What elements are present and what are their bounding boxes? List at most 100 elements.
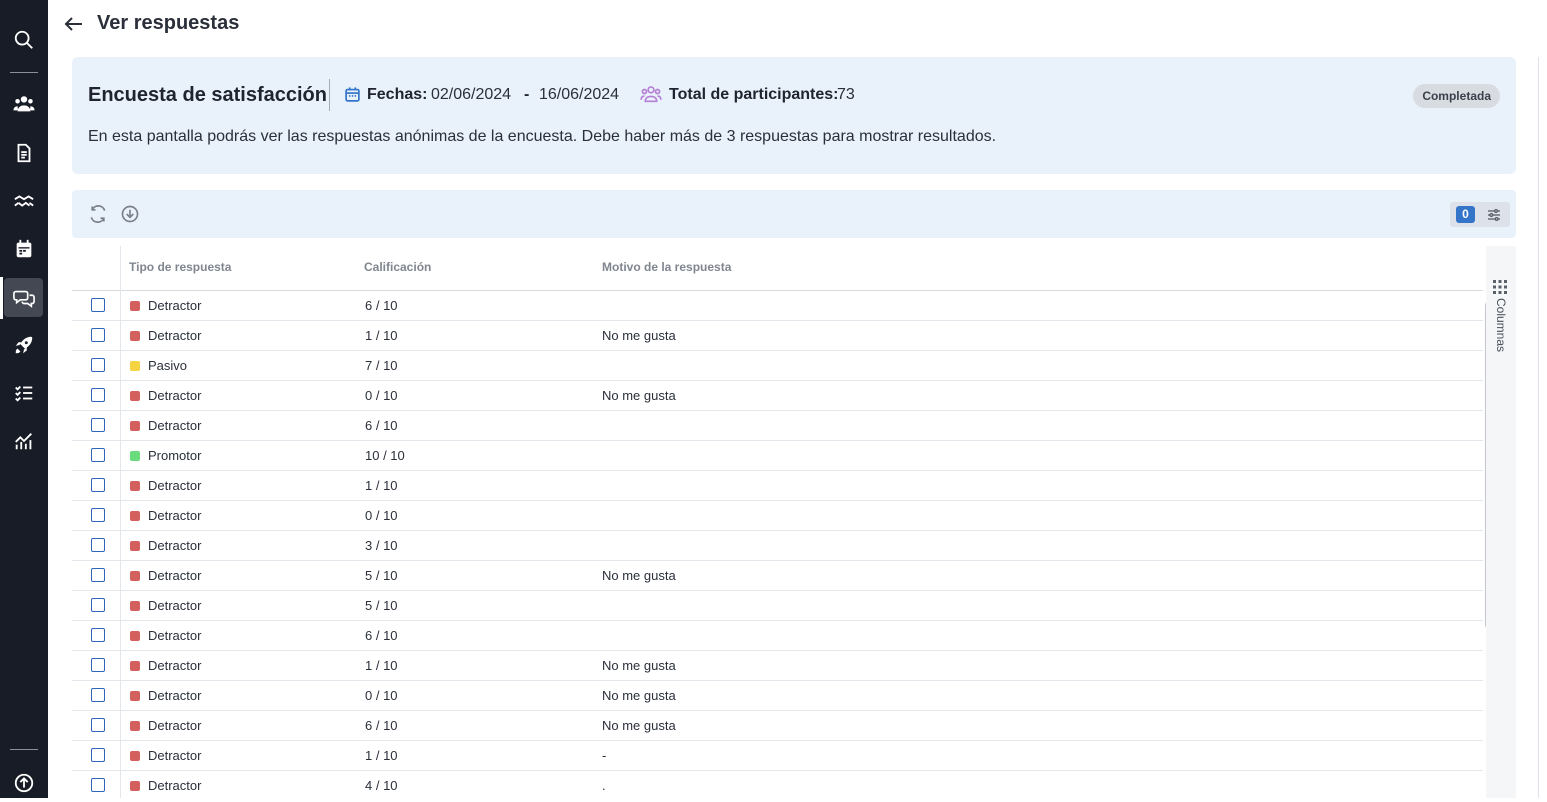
- row-checkbox[interactable]: [91, 328, 105, 342]
- table-row[interactable]: Pasivo 7 / 10: [72, 351, 1483, 381]
- row-checkbox[interactable]: [91, 658, 105, 672]
- response-type-swatch: [130, 541, 140, 551]
- column-header-reason[interactable]: Motivo de la respuesta: [602, 260, 731, 274]
- table-row[interactable]: Promotor 10 / 10: [72, 441, 1483, 471]
- participants-count: 73: [837, 86, 855, 103]
- response-type-swatch: [130, 421, 140, 431]
- table-row[interactable]: Detractor 6 / 10: [72, 291, 1483, 321]
- survey-info-card: Encuesta de satisfacción Fechas: 02/06/2…: [72, 57, 1516, 174]
- cell-score: 10 / 10: [365, 448, 405, 463]
- table-row[interactable]: Detractor 0 / 10 No me gusta: [72, 381, 1483, 411]
- calendar-icon: [345, 87, 360, 102]
- row-checkbox[interactable]: [91, 448, 105, 462]
- response-type-swatch: [130, 301, 140, 311]
- sliders-icon: [1488, 209, 1500, 221]
- grid-header: Tipo de respuesta Calificación Motivo de…: [72, 246, 1483, 291]
- row-checkbox[interactable]: [91, 778, 105, 792]
- table-row[interactable]: Detractor 1 / 10 -: [72, 741, 1483, 771]
- response-type-swatch: [130, 481, 140, 491]
- rocket-icon[interactable]: [4, 325, 43, 364]
- table-row[interactable]: Detractor 0 / 10 No me gusta: [72, 681, 1483, 711]
- active-indicator: [0, 277, 3, 319]
- response-type-swatch: [130, 601, 140, 611]
- cell-reason: No me gusta: [602, 688, 676, 703]
- filter-count-badge: 0: [1456, 206, 1475, 223]
- top-bar: Ver respuestas: [48, 0, 1547, 50]
- filter-button[interactable]: 0: [1450, 202, 1510, 227]
- upload-icon[interactable]: [4, 763, 43, 802]
- cell-response-type: Detractor: [148, 748, 202, 763]
- cell-response-type: Detractor: [148, 718, 202, 733]
- refresh-icon[interactable]: [88, 204, 108, 224]
- row-checkbox[interactable]: [91, 568, 105, 582]
- cell-score: 7 / 10: [365, 358, 398, 373]
- end-date: 16/06/2024: [539, 86, 620, 103]
- table-row[interactable]: Detractor 5 / 10 No me gusta: [72, 561, 1483, 591]
- participants-icon: [640, 86, 662, 103]
- start-date: 02/06/2024: [431, 86, 512, 103]
- row-checkbox[interactable]: [91, 358, 105, 372]
- row-checkbox[interactable]: [91, 598, 105, 612]
- cell-response-type: Detractor: [148, 388, 202, 403]
- row-checkbox[interactable]: [91, 508, 105, 522]
- cell-response-type: Pasivo: [148, 358, 188, 373]
- table-row[interactable]: Detractor 1 / 10: [72, 471, 1483, 501]
- survey-title: Encuesta de satisfacción: [88, 84, 327, 106]
- cell-score: 3 / 10: [365, 538, 398, 553]
- columns-panel-label: Columnas: [1494, 298, 1508, 353]
- table-row[interactable]: Detractor 6 / 10 No me gusta: [72, 711, 1483, 741]
- cell-response-type: Detractor: [148, 598, 202, 613]
- response-type-swatch: [130, 571, 140, 581]
- info-text: En esta pantalla podrás ver las respuest…: [88, 128, 997, 145]
- cell-score: 0 / 10: [365, 388, 398, 403]
- analytics-icon[interactable]: [4, 421, 43, 460]
- table-row[interactable]: Detractor 6 / 10: [72, 621, 1483, 651]
- cell-response-type: Detractor: [148, 298, 202, 313]
- back-arrow-icon[interactable]: [62, 12, 86, 36]
- checklist-icon[interactable]: [4, 373, 43, 412]
- row-checkbox[interactable]: [91, 538, 105, 552]
- row-checkbox[interactable]: [91, 718, 105, 732]
- column-header-score[interactable]: Calificación: [364, 260, 431, 274]
- table-row[interactable]: Detractor 0 / 10: [72, 501, 1483, 531]
- row-checkbox[interactable]: [91, 478, 105, 492]
- response-type-swatch: [130, 721, 140, 731]
- calendar-icon[interactable]: [4, 229, 43, 268]
- column-header-type[interactable]: Tipo de respuesta: [129, 260, 231, 274]
- cell-reason: No me gusta: [602, 658, 676, 673]
- cell-score: 1 / 10: [365, 658, 398, 673]
- table-row[interactable]: Detractor 1 / 10 No me gusta: [72, 651, 1483, 681]
- grid-body: Detractor 6 / 10 Detractor 1 / 10 No me gust…: [72, 291, 1483, 798]
- download-icon[interactable]: [120, 204, 140, 224]
- date-separator: -: [524, 86, 530, 103]
- people-icon[interactable]: [4, 84, 43, 123]
- handshake-icon[interactable]: [4, 181, 43, 220]
- cell-score: 6 / 10: [365, 418, 398, 433]
- title-divider: [329, 79, 330, 111]
- table-row[interactable]: Detractor 1 / 10 No me gusta: [72, 321, 1483, 351]
- row-checkbox[interactable]: [91, 298, 105, 312]
- sidebar-divider: [10, 749, 38, 750]
- cell-score: 5 / 10: [365, 598, 398, 613]
- document-icon[interactable]: [4, 133, 43, 172]
- grid-toolbar: 0: [72, 190, 1516, 238]
- row-checkbox[interactable]: [91, 628, 105, 642]
- chat-icon[interactable]: [4, 278, 43, 317]
- table-row[interactable]: Detractor 4 / 10.: [72, 771, 1483, 798]
- search-icon[interactable]: [4, 20, 43, 59]
- cell-response-type: Detractor: [148, 478, 202, 493]
- row-checkbox[interactable]: [91, 688, 105, 702]
- cell-reason: .: [602, 778, 606, 793]
- cell-response-type: Detractor: [148, 778, 202, 793]
- columns-side-panel[interactable]: Columnas: [1486, 246, 1516, 798]
- table-row[interactable]: Detractor 6 / 10: [72, 411, 1483, 441]
- cell-response-type: Detractor: [148, 538, 202, 553]
- cell-score: 1 / 10: [365, 328, 398, 343]
- table-row[interactable]: Detractor 3 / 10: [72, 531, 1483, 561]
- row-checkbox[interactable]: [91, 418, 105, 432]
- row-checkbox[interactable]: [91, 748, 105, 762]
- response-type-swatch: [130, 331, 140, 341]
- cell-response-type: Detractor: [148, 688, 202, 703]
- row-checkbox[interactable]: [91, 388, 105, 402]
- table-row[interactable]: Detractor 5 / 10: [72, 591, 1483, 621]
